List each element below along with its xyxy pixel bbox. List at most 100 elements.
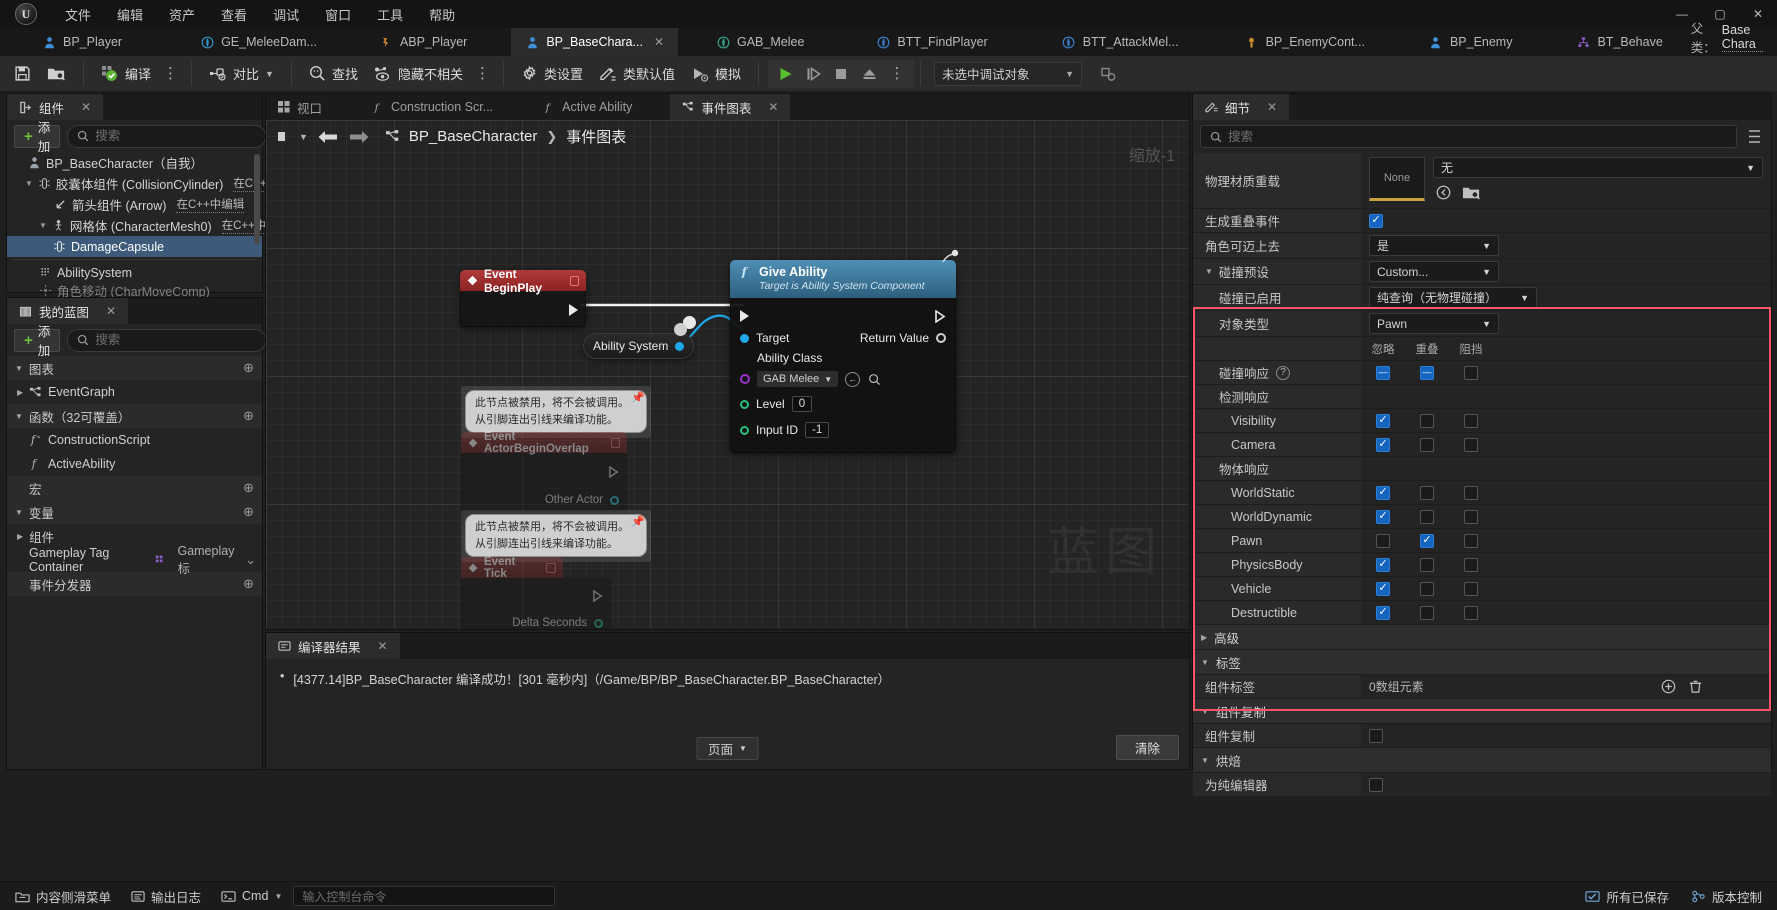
asset-tab-bp-enemycontroller[interactable]: BP_EnemyCont... <box>1230 28 1379 56</box>
section-tags[interactable]: ▼ 标签 <box>1193 650 1771 675</box>
trash-icon[interactable] <box>1688 679 1703 694</box>
return-pin-icon[interactable] <box>936 333 946 343</box>
tab-viewport[interactable]: 视口 <box>266 94 335 120</box>
menu-view[interactable]: 查看 <box>208 1 260 28</box>
tab-event-graph[interactable]: 事件图表 ✕ <box>670 94 791 120</box>
tree-item-arrow[interactable]: 箭头组件 (Arrow) 在C++中编辑 <box>7 194 262 215</box>
browse-asset-icon[interactable] <box>1462 184 1481 201</box>
close-icon[interactable]: ✕ <box>654 35 664 49</box>
list-item-gameplay-tag-container[interactable]: Gameplay Tag Container Gameplay标 ⌄ <box>7 544 262 576</box>
save-button[interactable] <box>6 61 39 86</box>
node-event-tick[interactable]: Event Tick Delta Seconds <box>461 556 611 629</box>
cpp-edit-link[interactable]: 在C++中编辑 <box>176 196 245 213</box>
tree-item-charactermesh0[interactable]: ▼ 网格体 (CharacterMesh0) 在C++中 <box>7 215 267 236</box>
output-pin-icon[interactable] <box>675 341 685 351</box>
find-button[interactable]: 查找 <box>301 60 366 87</box>
tab-construction-script[interactable]: f Construction Scr... <box>360 94 506 120</box>
close-icon[interactable]: ✕ <box>768 100 778 114</box>
pawn-overlap[interactable] <box>1405 533 1449 548</box>
asset-tab-btt-attackmelee[interactable]: BTT_AttackMel... <box>1047 28 1193 56</box>
tree-item-bp-basecharacter[interactable]: BP_BaseCharacter（自我） <box>7 152 262 173</box>
asset-tab-ge-meleedam[interactable]: GE_MeleeDam... <box>186 28 331 56</box>
delta-seconds-pin-icon[interactable] <box>594 618 603 628</box>
help-icon[interactable]: ? <box>1276 365 1291 380</box>
tab-compiler-results[interactable]: 编译器结果 ✕ <box>266 633 400 659</box>
collision-response-overlap[interactable] <box>1405 365 1449 380</box>
physicsbody-ignore[interactable] <box>1361 557 1405 572</box>
pawn-block[interactable] <box>1449 533 1493 548</box>
tree-item-collisioncylinder[interactable]: ▼ 胶囊体组件 (CollisionCylinder) 在C++中 <box>7 173 279 194</box>
add-blueprint-item-button[interactable]: + 添加 <box>14 325 61 358</box>
node-breakpoint-icon[interactable] <box>570 275 579 286</box>
physicsbody-block[interactable] <box>1449 557 1493 572</box>
worlddynamic-ignore[interactable] <box>1361 509 1405 524</box>
collision-enabled-combo[interactable]: 纯查询（无物理碰撞） ▼ <box>1369 287 1537 308</box>
page-selector-button[interactable]: 页面 ▼ <box>696 737 759 760</box>
collision-response-ignore[interactable] <box>1361 365 1405 380</box>
node-comment-handle[interactable] <box>940 248 960 266</box>
class-settings-button[interactable]: 类设置 <box>513 60 591 87</box>
play-button[interactable] <box>772 62 798 86</box>
component-replicates-checkbox[interactable] <box>1369 728 1383 743</box>
vehicle-block[interactable] <box>1449 581 1493 596</box>
simulate-button[interactable]: 模拟 <box>683 60 749 87</box>
chevron-down-icon[interactable]: ▼ <box>39 221 47 230</box>
reset-to-default-icon[interactable] <box>1435 184 1452 201</box>
node-give-ability[interactable]: f Give Ability Target is Ability System … <box>730 260 956 453</box>
asset-tab-gab-melee[interactable]: GAB_Melee <box>702 28 819 56</box>
tree-item-partial[interactable]: 角色移动 (CharMoveComp) <box>7 283 262 297</box>
details-search-box[interactable] <box>1200 125 1737 148</box>
chevron-down-icon[interactable]: ▼ <box>15 364 23 373</box>
target-pin-icon[interactable] <box>740 333 749 343</box>
close-icon[interactable]: ✕ <box>378 639 388 653</box>
editor-only-checkbox[interactable] <box>1369 777 1383 792</box>
section-graphs[interactable]: ▼ 图表 ⊕ <box>7 356 262 380</box>
menu-tools[interactable]: 工具 <box>364 1 416 28</box>
tab-details[interactable]: 细节 ✕ <box>1193 94 1290 120</box>
node-breakpoint-icon[interactable] <box>546 562 556 573</box>
chevron-down-icon[interactable]: ▼ <box>25 179 33 188</box>
asset-tab-bp-enemy[interactable]: BP_Enemy <box>1414 28 1527 56</box>
section-cooking[interactable]: ▼ 烘焙 <box>1193 748 1771 773</box>
pin-exec-out[interactable] <box>461 295 585 325</box>
clear-button[interactable]: 清除 <box>1115 735 1179 760</box>
chevron-right-icon[interactable]: ▶ <box>1201 633 1207 642</box>
browse-asset-icon[interactable] <box>867 372 882 387</box>
ability-class-combo[interactable]: GAB Melee ▼ <box>757 371 839 387</box>
collision-preset-combo[interactable]: Custom... ▼ <box>1369 261 1499 282</box>
use-selected-asset-icon[interactable]: ← <box>845 371 861 387</box>
tab-components[interactable]: 组件 ✕ <box>7 94 104 120</box>
object-type-combo[interactable]: Pawn ▼ <box>1369 313 1499 334</box>
physicsbody-overlap[interactable] <box>1405 557 1449 572</box>
menu-assets[interactable]: 资产 <box>156 1 208 28</box>
revision-control-button[interactable]: 版本控制 <box>1682 884 1771 909</box>
graph-canvas[interactable]: ▼ BP_BaseCharacter ❯ 事件图表 缩放-1 蓝图 Event … <box>266 120 1189 629</box>
components-search-box[interactable] <box>67 124 267 148</box>
worlddynamic-overlap[interactable] <box>1405 509 1449 524</box>
physical-material-combo[interactable]: 无 ▼ <box>1433 157 1763 178</box>
level-pin-icon[interactable] <box>740 399 749 409</box>
list-item-constructionscript[interactable]: f ConstructionScript <box>7 428 262 452</box>
add-graph-button[interactable]: ⊕ <box>243 360 254 376</box>
physical-material-thumbnail[interactable]: None <box>1369 157 1425 201</box>
asset-tab-abp-player[interactable]: ABP_Player <box>364 28 482 56</box>
class-defaults-button[interactable]: 类默认值 <box>591 60 683 87</box>
components-scrollbar[interactable] <box>254 154 260 244</box>
add-function-button[interactable]: ⊕ <box>243 408 254 424</box>
node-ability-system-variable[interactable]: Ability System <box>583 333 695 359</box>
section-advanced[interactable]: ▶ 高级 <box>1193 625 1771 650</box>
play-options-button[interactable] <box>884 62 910 86</box>
chevron-down-icon[interactable]: ▼ <box>15 412 23 421</box>
visibility-overlap[interactable] <box>1405 413 1449 428</box>
close-icon[interactable]: ✕ <box>1267 100 1277 114</box>
browse-button[interactable] <box>39 61 74 86</box>
add-dispatcher-button[interactable]: ⊕ <box>243 576 254 592</box>
my-blueprint-search-input[interactable] <box>95 333 257 347</box>
visibility-block[interactable] <box>1449 413 1493 428</box>
menu-edit[interactable]: 编辑 <box>104 1 156 28</box>
tree-item-abilitysystem[interactable]: AbilitySystem <box>7 262 262 283</box>
exec-out-pin-icon[interactable] <box>935 309 946 323</box>
collision-response-block[interactable] <box>1449 365 1493 380</box>
vehicle-ignore[interactable] <box>1361 581 1405 596</box>
pin-exec-out[interactable] <box>462 457 626 487</box>
